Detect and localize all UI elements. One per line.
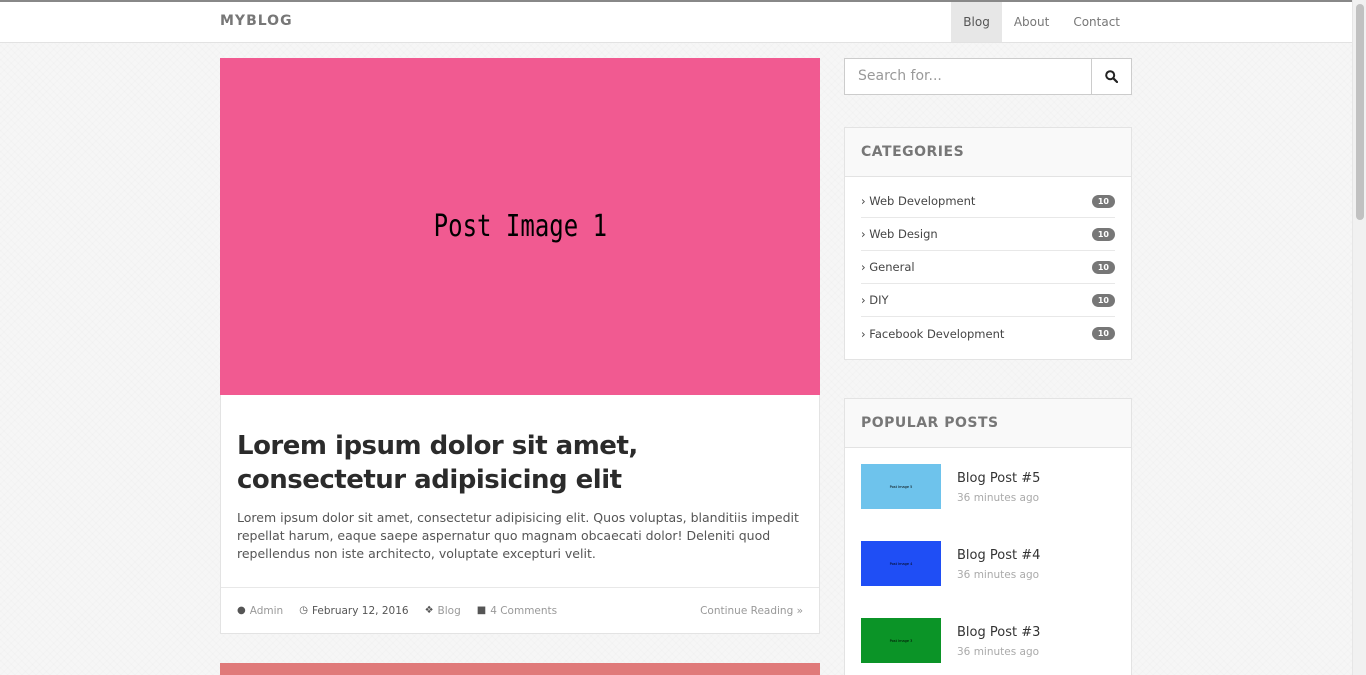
blog-post: Post Image 1 Lorem ipsum dolor sit amet,… — [220, 58, 820, 634]
post-category-link[interactable]: Blog — [438, 605, 461, 617]
next-post-image[interactable] — [220, 663, 820, 675]
category-item[interactable]: › General 10 — [861, 251, 1115, 284]
categories-list: › Web Development 10 › Web Design 10 › G… — [845, 177, 1131, 359]
categories-heading: CATEGORIES — [845, 128, 1131, 177]
post-body: Lorem ipsum dolor sit amet, consectetur … — [221, 395, 819, 587]
post-comments-link[interactable]: 4 Comments — [490, 605, 557, 617]
popular-posts-list: Post Image 5 Blog Post #5 36 minutes ago… — [845, 448, 1131, 675]
category-item[interactable]: › DIY 10 — [861, 284, 1115, 317]
post-author-link[interactable]: Admin — [250, 605, 283, 617]
popular-post-time: 36 minutes ago — [957, 569, 1040, 581]
post-image[interactable]: Post Image 1 — [220, 58, 820, 395]
post-title[interactable]: Lorem ipsum dolor sit amet, consectetur … — [237, 429, 803, 497]
count-badge: 10 — [1091, 293, 1115, 307]
post-date: ◷ February 12, 2016 — [299, 605, 408, 617]
popular-post-title[interactable]: Blog Post #3 — [957, 625, 1040, 640]
navbar: MYBLOG Blog About Contact — [0, 2, 1352, 43]
count-badge: 10 — [1091, 227, 1115, 241]
tags-icon: ❖ — [424, 605, 434, 616]
nav-link-contact[interactable]: Contact — [1061, 2, 1132, 42]
popular-post-item[interactable]: Post Image 4 Blog Post #4 36 minutes ago — [861, 541, 1115, 618]
count-badge: 10 — [1091, 194, 1115, 208]
nav-link-blog[interactable]: Blog — [951, 2, 1002, 42]
popular-post-time: 36 minutes ago — [957, 646, 1040, 658]
comments-icon: ■ — [476, 605, 487, 616]
popular-post-thumbnail[interactable]: Post Image 5 — [861, 464, 941, 509]
post-date-text: February 12, 2016 — [311, 604, 409, 617]
nav-link-about[interactable]: About — [1002, 2, 1061, 42]
post-footer: ● Admin ◷ February 12, 2016 ❖ Blog ■ 4 C… — [221, 587, 819, 633]
popular-post-title[interactable]: Blog Post #5 — [957, 471, 1040, 486]
chevron-right-icon: › — [861, 227, 866, 241]
chevron-right-icon: › — [861, 194, 866, 208]
chevron-right-icon: › — [861, 260, 866, 274]
post-excerpt: Lorem ipsum dolor sit amet, consectetur … — [237, 510, 799, 561]
popular-post-thumbnail[interactable]: Post Image 4 — [861, 541, 941, 586]
category-item[interactable]: › Facebook Development 10 — [861, 317, 1115, 350]
popular-posts-heading: POPULAR POSTS — [845, 399, 1131, 448]
popular-post-title[interactable]: Blog Post #4 — [957, 548, 1040, 563]
post-author: ● Admin — [237, 605, 283, 617]
chevron-right-icon: › — [861, 326, 866, 341]
search-icon — [1105, 70, 1118, 83]
count-badge: 10 — [1091, 327, 1115, 340]
search-form: Search for... — [844, 58, 1132, 95]
scrollbar[interactable] — [1352, 0, 1366, 675]
clock-icon: ◷ — [299, 605, 308, 616]
continue-reading-link[interactable]: Continue Reading » — [700, 605, 803, 617]
categories-panel: CATEGORIES › Web Development 10 › Web De… — [844, 127, 1132, 360]
post-comments: ■ 4 Comments — [477, 605, 557, 617]
count-badge: 10 — [1091, 260, 1115, 274]
category-item[interactable]: › Web Design 10 — [861, 218, 1115, 251]
nav-menu: Blog About Contact — [951, 2, 1132, 42]
scrollbar-thumb[interactable] — [1356, 4, 1364, 220]
brand-logo[interactable]: MYBLOG — [220, 13, 293, 29]
search-button[interactable] — [1092, 58, 1132, 95]
chevron-right-icon: › — [861, 293, 866, 307]
popular-post-time: 36 minutes ago — [957, 492, 1040, 504]
search-input[interactable]: Search for... — [844, 58, 1092, 95]
post-category: ❖ Blog — [425, 605, 461, 617]
popular-post-item[interactable]: Post Image 3 Blog Post #3 36 minutes ago — [861, 618, 1115, 675]
category-item[interactable]: › Web Development 10 — [861, 185, 1115, 218]
popular-post-item[interactable]: Post Image 5 Blog Post #5 36 minutes ago — [861, 464, 1115, 541]
user-icon: ● — [237, 605, 246, 616]
post-image-label: Post Image 1 — [433, 209, 607, 244]
popular-posts-panel: POPULAR POSTS Post Image 5 Blog Post #5 … — [844, 398, 1132, 675]
popular-post-thumbnail[interactable]: Post Image 3 — [861, 618, 941, 663]
